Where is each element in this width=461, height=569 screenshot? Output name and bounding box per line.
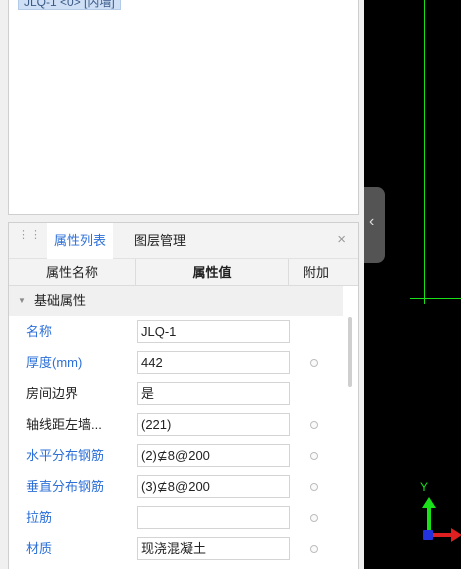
property-name: 拉筋 xyxy=(26,510,53,525)
property-name: 名称 xyxy=(26,324,53,339)
axis-origin-icon xyxy=(423,530,433,540)
wall-line-vertical xyxy=(424,0,425,299)
property-name: 轴线距左墙... xyxy=(26,417,102,432)
drag-grip-icon[interactable]: ⋮⋮ xyxy=(18,230,41,247)
property-name: 房间边界 xyxy=(26,386,79,401)
property-value-field[interactable]: 是 xyxy=(137,382,290,405)
property-value-field[interactable]: 现浇混凝土 xyxy=(137,537,290,560)
component-list-panel: JLQ-1 <0> [内墙] xyxy=(8,0,359,215)
property-value-field[interactable] xyxy=(137,506,290,529)
table-row: 水平分布钢筋 (2)⊈8@200 xyxy=(9,440,343,471)
tab-layer-management[interactable]: 图层管理 xyxy=(134,223,186,259)
group-basic-properties[interactable]: ▼ 基础属性 xyxy=(9,286,343,316)
y-axis-label: Y xyxy=(420,480,429,494)
property-name: 垂直分布钢筋 xyxy=(26,479,105,494)
property-value-field[interactable]: (221) xyxy=(137,413,290,436)
component-list-item-jlq-1[interactable]: JLQ-1 <0> [内墙] xyxy=(18,0,121,10)
property-value-field[interactable]: (2)⊈8@200 xyxy=(137,444,290,467)
extra-checkbox[interactable] xyxy=(310,452,318,460)
group-label: 基础属性 xyxy=(34,293,87,308)
extra-checkbox[interactable] xyxy=(310,359,318,367)
property-value-field[interactable]: (3)⊈8@200 xyxy=(137,475,290,498)
extra-checkbox[interactable] xyxy=(310,545,318,553)
panel-collapse-handle[interactable]: ‹ xyxy=(364,187,385,263)
header-property-value: 属性值 xyxy=(136,259,289,286)
table-row: 材质 现浇混凝土 xyxy=(9,533,343,564)
property-name: 水平分布钢筋 xyxy=(26,448,105,463)
vertical-scrollbar[interactable] xyxy=(348,317,352,387)
x-axis-arrow-icon xyxy=(451,528,461,542)
property-rows: 名称 JLQ-1 厚度(mm) 442 房间边界 是 轴线距左墙... (221… xyxy=(9,316,343,564)
header-extra: 附加 xyxy=(302,265,329,280)
close-icon[interactable]: × xyxy=(337,232,346,247)
extra-checkbox[interactable] xyxy=(310,514,318,522)
wall-line-horizontal xyxy=(410,298,461,299)
table-row: 房间边界 是 xyxy=(9,378,343,409)
table-row: 垂直分布钢筋 (3)⊈8@200 xyxy=(9,471,343,502)
snap-cross-icon xyxy=(419,293,430,304)
table-header: 属性名称 属性值 附加 xyxy=(9,259,358,286)
chevron-left-icon: ‹ xyxy=(369,213,375,230)
header-property-name: 属性名称 xyxy=(9,259,136,286)
tab-property-list[interactable]: 属性列表 xyxy=(47,223,113,259)
table-row: 拉筋 xyxy=(9,502,343,533)
table-row: 轴线距左墙... (221) xyxy=(9,409,343,440)
property-value-field[interactable]: 442 xyxy=(137,351,290,374)
extra-checkbox[interactable] xyxy=(310,483,318,491)
panel-tabbar: ⋮⋮ 属性列表 图层管理 × xyxy=(9,223,358,259)
property-name: 厚度(mm) xyxy=(26,355,83,370)
properties-panel: ⋮⋮ 属性列表 图层管理 × 属性名称 属性值 附加 ▼ 基础属性 名称 JLQ… xyxy=(8,222,359,569)
table-row: 名称 JLQ-1 xyxy=(9,316,343,347)
property-value-field[interactable]: JLQ-1 xyxy=(137,320,290,343)
extra-checkbox[interactable] xyxy=(310,421,318,429)
left-panel-area: JLQ-1 <0> [内墙] ⋮⋮ 属性列表 图层管理 × 属性名称 属性值 附… xyxy=(0,0,364,569)
collapse-caret-icon[interactable]: ▼ xyxy=(18,286,26,316)
property-name: 材质 xyxy=(26,541,53,556)
table-row: 厚度(mm) 442 xyxy=(9,347,343,378)
drawing-canvas[interactable]: Y xyxy=(364,0,461,569)
